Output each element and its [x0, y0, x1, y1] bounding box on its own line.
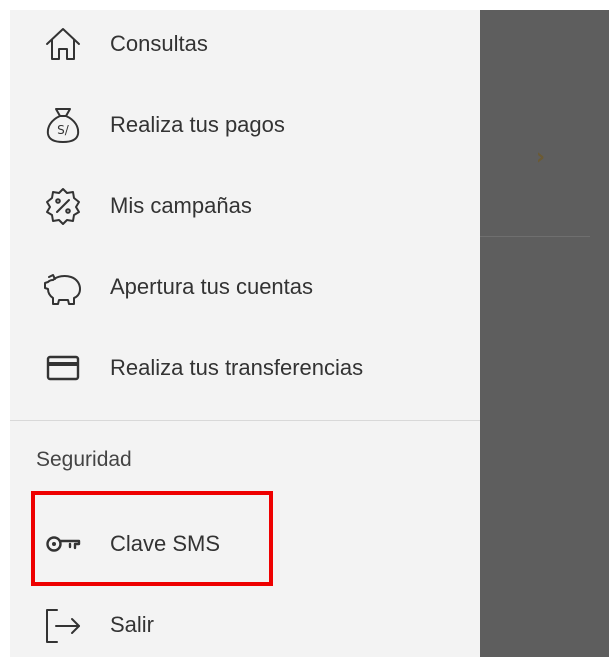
section-header-security: Seguridad	[36, 448, 132, 471]
menu-item-label: Consultas	[110, 31, 208, 56]
menu-item-pagos[interactable]: S/ Realiza tus pagos	[10, 93, 480, 157]
home-icon	[43, 24, 83, 64]
menu-item-label: Realiza tus pagos	[110, 112, 285, 137]
menu-item-campanas[interactable]: Mis campañas	[10, 174, 480, 238]
logout-icon	[43, 605, 83, 645]
discount-badge-icon	[43, 186, 83, 226]
menu-item-label: Realiza tus transferencias	[110, 355, 364, 380]
menu-item-salir[interactable]: Salir	[10, 593, 480, 657]
background-divider	[480, 236, 590, 237]
highlight-annotation-box	[31, 491, 273, 586]
credit-card-icon	[43, 348, 83, 388]
menu-item-label: Apertura tus cuentas	[110, 274, 314, 299]
svg-text:S/: S/	[57, 123, 70, 137]
section-divider	[10, 420, 480, 421]
menu-item-consultas[interactable]: Consultas	[10, 12, 480, 76]
menu-item-transferencias[interactable]: Realiza tus transferencias	[10, 336, 480, 400]
chevron-right-icon: ›	[536, 145, 546, 170]
money-bag-icon: S/	[43, 105, 83, 145]
menu-item-label: Salir	[110, 612, 155, 637]
menu-item-label: Mis campañas	[110, 193, 252, 218]
drawer-scrim-overlay[interactable]: ›	[480, 10, 609, 657]
menu-item-apertura[interactable]: Apertura tus cuentas	[10, 255, 480, 319]
piggy-bank-icon	[43, 267, 83, 307]
